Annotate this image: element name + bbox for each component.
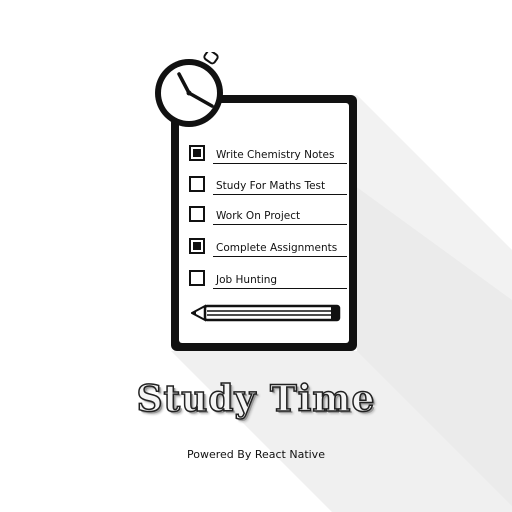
app-title: Study Time xyxy=(136,377,376,421)
task-underline xyxy=(213,194,347,195)
task-label: Write Chemistry Notes xyxy=(216,149,335,161)
task-checkbox-checked[interactable] xyxy=(189,238,205,254)
task-checkbox[interactable] xyxy=(189,176,205,192)
task-checkbox[interactable] xyxy=(189,206,205,222)
task-checkbox[interactable] xyxy=(189,270,205,286)
task-underline xyxy=(213,163,347,164)
task-item: Study For Maths Test xyxy=(189,176,347,196)
task-label: Work On Project xyxy=(216,210,301,222)
powered-by-text: Powered By React Native xyxy=(187,448,325,461)
task-item: Complete Assignments xyxy=(189,238,347,258)
task-checkbox-checked[interactable] xyxy=(189,145,205,161)
task-label: Complete Assignments xyxy=(216,242,338,254)
task-item: Write Chemistry Notes xyxy=(189,145,347,165)
task-label: Study For Maths Test xyxy=(216,180,326,192)
stopwatch-icon xyxy=(155,52,223,127)
task-item: Work On Project xyxy=(189,206,347,226)
task-underline xyxy=(213,256,347,257)
pencil-icon xyxy=(191,304,341,322)
task-underline xyxy=(213,224,347,225)
task-label: Job Hunting xyxy=(216,274,278,286)
task-underline xyxy=(213,288,347,289)
task-item: Job Hunting xyxy=(189,270,347,290)
